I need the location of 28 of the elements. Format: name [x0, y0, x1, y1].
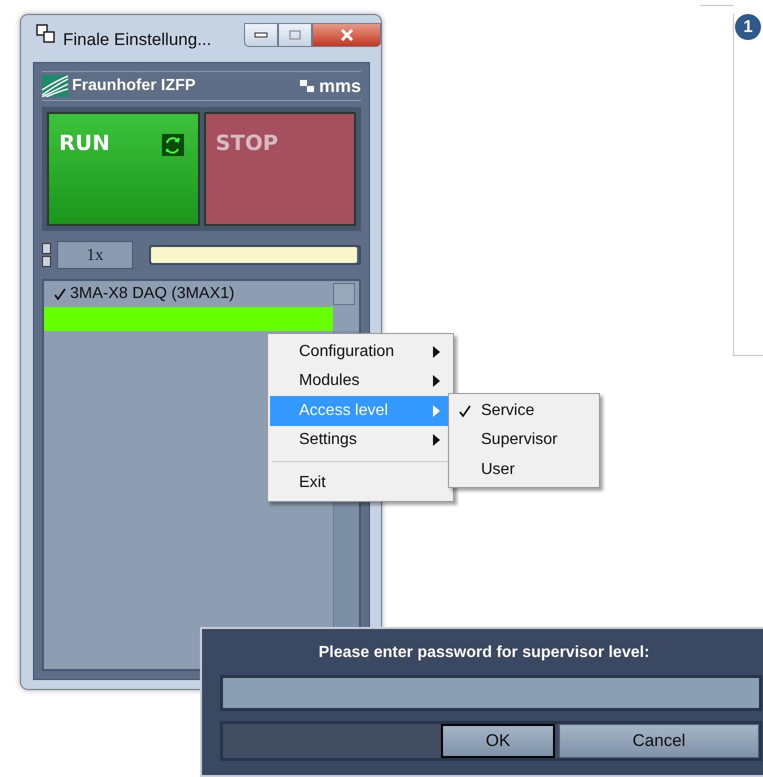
close-icon	[340, 29, 354, 41]
brand-name: Fraunhofer IZFP	[72, 76, 196, 96]
window-title: Finale Einstellung...	[63, 29, 212, 51]
menu-item[interactable]: Configuration	[270, 337, 451, 366]
squares-icon	[298, 79, 315, 93]
cancel-button[interactable]: Cancel	[559, 724, 759, 758]
step-number-badge: 1	[735, 14, 761, 40]
close-button[interactable]	[312, 23, 381, 47]
device-name: 3MA-X8 DAQ (3MAX1)	[70, 284, 234, 304]
speed-field[interactable]: 1x	[57, 241, 133, 269]
menu-item[interactable]: Supervisor	[451, 426, 597, 455]
menu-item[interactable]: Exit	[270, 468, 451, 498]
menu-item[interactable]: User	[451, 455, 597, 484]
minimize-button[interactable]	[244, 23, 278, 47]
menu-item[interactable]: Service	[451, 396, 597, 426]
maximize-button[interactable]	[278, 23, 312, 47]
app-icon	[35, 23, 57, 45]
cycle-icon	[162, 134, 184, 156]
product-name: mms	[318, 74, 361, 98]
ok-button[interactable]: OK	[441, 724, 555, 758]
spin-control[interactable]	[42, 243, 51, 267]
maximize-icon	[289, 30, 301, 40]
password-field[interactable]	[220, 675, 762, 711]
minimize-icon	[254, 32, 268, 38]
dialog-prompt: Please enter password for supervisor level:	[318, 643, 650, 663]
menu-item[interactable]: Modules	[270, 366, 451, 396]
logo-icon	[42, 75, 68, 97]
menu-item[interactable]: Settings	[270, 426, 451, 455]
